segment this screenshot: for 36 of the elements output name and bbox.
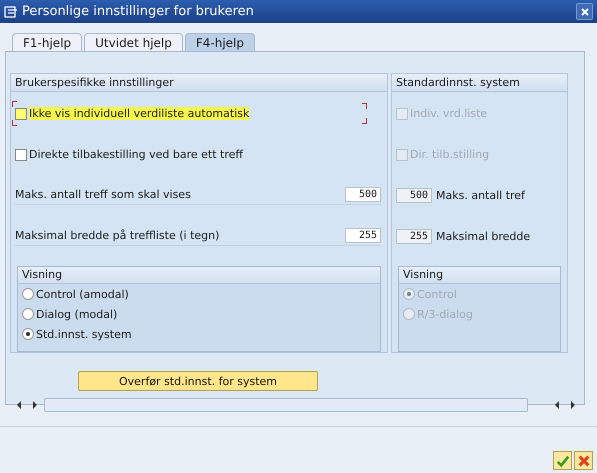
close-button[interactable]: [576, 3, 593, 20]
checkbox[interactable]: [15, 148, 27, 160]
radio-button[interactable]: [22, 328, 34, 340]
group-title: Visning: [399, 267, 560, 284]
radio-label: Control (amodal): [36, 288, 129, 300]
group-title: Visning: [18, 267, 380, 284]
tab[interactable]: F4-hjelp: [184, 33, 255, 52]
scrollbar-thumb[interactable]: [44, 398, 528, 412]
number-field[interactable]: 255: [345, 228, 381, 242]
checkbox[interactable]: [15, 108, 27, 120]
radio-label: Std.innst. system: [36, 328, 132, 340]
radio-button[interactable]: [22, 288, 34, 300]
field-label: Maksimal bredde på treffliste (i tegn): [15, 228, 220, 242]
cross-icon: [576, 454, 590, 468]
confirm-button[interactable]: [553, 451, 572, 470]
checkbox-label: Indiv. vrd.liste: [410, 107, 488, 120]
radio-label: R/3-dialog: [417, 308, 473, 320]
tab[interactable]: Utvidet hjelp: [84, 33, 183, 52]
field-label: Maks. antall treff som skal vises: [15, 188, 191, 200]
tab[interactable]: F1-hjelp: [12, 33, 82, 52]
transfer-button[interactable]: Overfør std.innst. for system: [78, 371, 318, 391]
cancel-button[interactable]: [574, 451, 593, 470]
field-label: Maks. antall tref: [436, 189, 525, 202]
window-icon: [4, 6, 18, 18]
radio-label: Dialog (modal): [36, 308, 118, 320]
field-label: Maksimal bredde: [436, 230, 530, 243]
checkbox-label: Dir. tilb.stilling: [410, 148, 490, 161]
close-icon: [580, 6, 590, 16]
checkbox-label: Direkte tilbakestilling ved bare ett treff: [29, 148, 243, 161]
window-title: Personlige innstillinger for brukeren: [22, 4, 254, 19]
checkmark-icon: [556, 454, 570, 468]
radio-button[interactable]: [22, 308, 34, 320]
group-title: Standardinnst. system: [392, 74, 567, 92]
group-title: Brukerspesifikke innstillinger: [11, 74, 387, 92]
radio-label: Control: [417, 288, 457, 300]
number-field[interactable]: 500: [345, 186, 381, 202]
